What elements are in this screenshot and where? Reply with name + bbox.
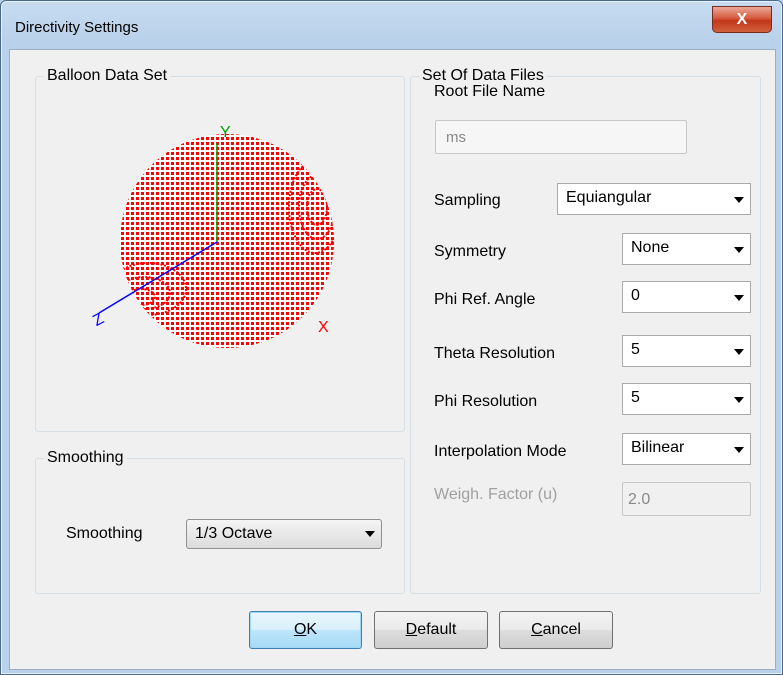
- cancel-mnemonic: C: [531, 621, 543, 638]
- default-button[interactable]: Default: [374, 611, 488, 649]
- interpolation-mode-dropdown[interactable]: Bilinear: [622, 433, 751, 465]
- window-title: Directivity Settings: [15, 19, 139, 36]
- default-label-rest: efault: [417, 621, 457, 638]
- theta-resolution-dropdown[interactable]: 5: [622, 335, 751, 367]
- y-axis-label: Y: [220, 124, 231, 141]
- sampling-label: Sampling: [434, 192, 501, 209]
- symmetry-label: Symmetry: [434, 243, 506, 260]
- weigh-factor-value: 2.0: [628, 491, 651, 508]
- cancel-button[interactable]: Cancel: [499, 611, 613, 649]
- close-icon: X: [736, 11, 748, 28]
- balloon-data-set-group: Balloon Data Set Y Z X: [35, 67, 405, 432]
- data-files-group: Set Of Data Files Root File Name ms Samp…: [410, 67, 761, 594]
- root-file-input[interactable]: ms: [435, 120, 687, 154]
- close-button[interactable]: X: [712, 6, 772, 33]
- phi-ref-angle-value: 0: [631, 287, 640, 304]
- sampling-dropdown[interactable]: Equiangular: [557, 183, 751, 215]
- chevron-down-icon: [734, 197, 744, 203]
- balloon-plot: Y Z X: [90, 124, 334, 348]
- theta-resolution-value: 5: [631, 341, 640, 358]
- phi-resolution-dropdown[interactable]: 5: [622, 383, 751, 415]
- root-file-label: Root File Name: [434, 83, 546, 100]
- chevron-down-icon: [365, 531, 375, 537]
- sampling-value: Equiangular: [566, 189, 652, 206]
- ok-button[interactable]: OK: [249, 611, 362, 649]
- root-file-value: ms: [446, 129, 466, 146]
- z-axis-label: Z: [90, 310, 107, 330]
- dialog-window: Directivity Settings X Balloon Data Set: [0, 0, 783, 675]
- phi-resolution-label: Phi Resolution: [434, 393, 538, 410]
- weigh-factor-input[interactable]: 2.0: [622, 482, 751, 516]
- phi-ref-angle-label: Phi Ref. Angle: [434, 291, 536, 308]
- smoothing-label: Smoothing: [66, 525, 143, 542]
- ok-label-rest: K: [306, 621, 318, 638]
- symmetry-value: None: [631, 239, 670, 256]
- chevron-down-icon: [734, 295, 744, 301]
- interpolation-mode-label: Interpolation Mode: [434, 443, 567, 460]
- cancel-label-rest: ancel: [542, 621, 581, 638]
- theta-resolution-label: Theta Resolution: [434, 345, 555, 362]
- chevron-down-icon: [734, 349, 744, 355]
- weigh-factor-label: Weigh. Factor (u): [434, 486, 558, 503]
- dialog-client-area: Balloon Data Set Y Z X Smoothing Smoothi…: [9, 49, 776, 670]
- symmetry-dropdown[interactable]: None: [622, 233, 751, 265]
- default-mnemonic: D: [405, 621, 418, 638]
- chevron-down-icon: [734, 247, 744, 253]
- x-axis-label: X: [318, 319, 329, 336]
- smoothing-group: Smoothing Smoothing 1/3 Octave: [35, 449, 405, 594]
- chevron-down-icon: [734, 447, 744, 453]
- chevron-down-icon: [734, 397, 744, 403]
- interpolation-mode-value: Bilinear: [631, 439, 685, 456]
- ok-mnemonic: O: [293, 621, 307, 638]
- phi-resolution-value: 5: [631, 389, 640, 406]
- phi-ref-angle-dropdown[interactable]: 0: [622, 281, 751, 313]
- smoothing-group-title: Smoothing: [44, 449, 127, 467]
- balloon-sphere: [120, 134, 334, 348]
- smoothing-dropdown[interactable]: 1/3 Octave: [186, 519, 382, 549]
- smoothing-value: 1/3 Octave: [195, 525, 273, 542]
